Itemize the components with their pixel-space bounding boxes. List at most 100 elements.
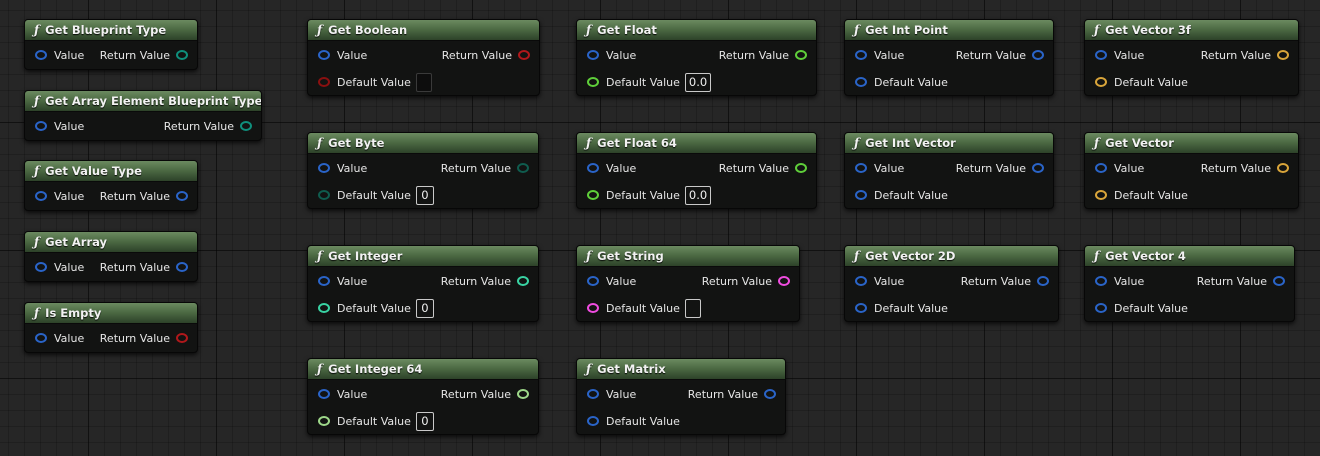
default-value-field[interactable] [684, 298, 701, 318]
node-header[interactable]: ƒ Get Vector 2D [845, 246, 1058, 267]
node-get-float-64[interactable]: ƒ Get Float 64 Value Return Value Default Va… [576, 132, 817, 209]
return-value-output-pin[interactable] [795, 163, 807, 173]
return-value-output-pin[interactable] [1032, 163, 1044, 173]
node-header[interactable]: ƒ Get Vector [1085, 133, 1298, 154]
default-value-input-pin[interactable] [587, 190, 599, 200]
default-value-field[interactable]: 0 [415, 298, 434, 318]
value-input-pin[interactable] [855, 163, 867, 173]
value-input-pin[interactable] [587, 276, 599, 286]
default-value-input-pin[interactable] [587, 416, 599, 426]
node-get-integer-64[interactable]: ƒ Get Integer 64 Value Return Value Default … [307, 358, 539, 435]
node-get-blueprint-type[interactable]: ƒ Get Blueprint Type Value Return Value [24, 19, 198, 70]
value-input-pin[interactable] [1095, 50, 1107, 60]
return-value-output-pin[interactable] [176, 191, 188, 201]
return-value-output-pin[interactable] [1277, 163, 1289, 173]
node-header[interactable]: ƒ Get Float [577, 20, 816, 41]
default-value-input-pin[interactable] [855, 77, 867, 87]
node-header[interactable]: ƒ Get Array [25, 232, 197, 253]
default-value-field[interactable]: 0.0 [684, 72, 712, 92]
return-value-output-pin[interactable] [1037, 276, 1049, 286]
node-get-matrix[interactable]: ƒ Get Matrix Value Return Value Default Valu… [576, 358, 786, 435]
node-header[interactable]: ƒ Get Integer [308, 246, 538, 267]
value-input-pin[interactable] [587, 163, 599, 173]
blueprint-graph-canvas[interactable]: ƒ Get Blueprint Type Value Return Value ƒ Get… [0, 0, 1320, 456]
node-header[interactable]: ƒ Get Boolean [308, 20, 539, 41]
default-value-input-pin[interactable] [318, 416, 330, 426]
default-value-input-pin[interactable] [1095, 303, 1107, 313]
return-value-output-pin[interactable] [1277, 50, 1289, 60]
default-value-input-pin[interactable] [1095, 190, 1107, 200]
node-get-int-point[interactable]: ƒ Get Int Point Value Return Value Default V… [844, 19, 1054, 96]
value-input-pin[interactable] [35, 121, 47, 131]
node-get-int-vector[interactable]: ƒ Get Int Vector Value Return Value Default … [844, 132, 1054, 209]
return-value-output-pin[interactable] [176, 50, 188, 60]
value-input-pin[interactable] [318, 163, 330, 173]
return-value-output-pin[interactable] [517, 389, 529, 399]
default-value-field[interactable]: 0 [415, 185, 434, 205]
value-input-pin[interactable] [1095, 276, 1107, 286]
value-input-pin[interactable] [318, 50, 330, 60]
return-value-output-pin[interactable] [795, 50, 807, 60]
node-header[interactable]: ƒ Get Matrix [577, 359, 785, 380]
node-get-string[interactable]: ƒ Get String Value Return Value Default Valu… [576, 245, 800, 322]
return-value-output-pin[interactable] [176, 333, 188, 343]
node-get-vector-3f[interactable]: ƒ Get Vector 3f Value Return Value Default V… [1084, 19, 1299, 96]
return-value-output-pin[interactable] [778, 276, 790, 286]
default-value-input-pin[interactable] [587, 303, 599, 313]
default-value-field[interactable]: 0 [415, 411, 434, 431]
node-header[interactable]: ƒ Get Byte [308, 133, 538, 154]
node-header[interactable]: ƒ Get Array Element Blueprint Type [25, 91, 261, 112]
value-input-pin[interactable] [318, 389, 330, 399]
default-value-input-pin[interactable] [1095, 77, 1107, 87]
node-header[interactable]: ƒ Get Value Type [25, 161, 197, 182]
node-header[interactable]: ƒ Get Float 64 [577, 133, 816, 154]
return-value-output-pin[interactable] [517, 163, 529, 173]
node-header[interactable]: ƒ Get Int Point [845, 20, 1053, 41]
node-get-array[interactable]: ƒ Get Array Value Return Value [24, 231, 198, 282]
value-label: Value [54, 331, 85, 345]
node-get-integer[interactable]: ƒ Get Integer Value Return Value Default Val… [307, 245, 539, 322]
pin-row: Default Value [577, 408, 785, 434]
node-get-vector[interactable]: ƒ Get Vector Value Return Value Default Valu… [1084, 132, 1299, 209]
default-value-input-pin[interactable] [318, 303, 330, 313]
value-input-pin[interactable] [318, 276, 330, 286]
node-header[interactable]: ƒ Get Integer 64 [308, 359, 538, 380]
default-value-input-pin[interactable] [587, 77, 599, 87]
return-value-output-pin[interactable] [240, 121, 252, 131]
value-input-pin[interactable] [1095, 163, 1107, 173]
node-get-value-type[interactable]: ƒ Get Value Type Value Return Value [24, 160, 198, 211]
value-input-pin[interactable] [587, 389, 599, 399]
value-input-pin[interactable] [855, 50, 867, 60]
node-get-boolean[interactable]: ƒ Get Boolean Value Return Value Default Val… [307, 19, 540, 96]
node-get-vector-2d[interactable]: ƒ Get Vector 2D Value Return Value Default V… [844, 245, 1059, 322]
node-header[interactable]: ƒ Get Int Vector [845, 133, 1053, 154]
node-is-empty[interactable]: ƒ Is Empty Value Return Value [24, 302, 198, 353]
node-header[interactable]: ƒ Get Vector 4 [1085, 246, 1294, 267]
value-input-pin[interactable] [587, 50, 599, 60]
default-value-input-pin[interactable] [318, 190, 330, 200]
return-value-output-pin[interactable] [517, 276, 529, 286]
return-value-output-pin[interactable] [1032, 50, 1044, 60]
node-header[interactable]: ƒ Is Empty [25, 303, 197, 324]
value-input-pin[interactable] [35, 50, 47, 60]
node-get-array-element-blueprint-type[interactable]: ƒ Get Array Element Blueprint Type Value Re… [24, 90, 262, 141]
value-input-pin[interactable] [35, 333, 47, 343]
value-input-pin[interactable] [35, 191, 47, 201]
return-value-output-pin[interactable] [176, 262, 188, 272]
default-value-input-pin[interactable] [855, 190, 867, 200]
node-get-vector-4[interactable]: ƒ Get Vector 4 Value Return Value Default Va… [1084, 245, 1295, 322]
default-value-checkbox[interactable] [415, 72, 432, 92]
return-value-output-pin[interactable] [1273, 276, 1285, 286]
value-input-pin[interactable] [35, 262, 47, 272]
return-value-output-pin[interactable] [518, 50, 530, 60]
node-header[interactable]: ƒ Get String [577, 246, 799, 267]
node-header[interactable]: ƒ Get Blueprint Type [25, 20, 197, 41]
value-input-pin[interactable] [855, 276, 867, 286]
node-header[interactable]: ƒ Get Vector 3f [1085, 20, 1298, 41]
node-get-float[interactable]: ƒ Get Float Value Return Value Default Value… [576, 19, 817, 96]
default-value-field[interactable]: 0.0 [684, 185, 712, 205]
return-value-output-pin[interactable] [764, 389, 776, 399]
node-get-byte[interactable]: ƒ Get Byte Value Return Value Default Value 0 [307, 132, 539, 209]
default-value-input-pin[interactable] [855, 303, 867, 313]
default-value-input-pin[interactable] [318, 77, 330, 87]
